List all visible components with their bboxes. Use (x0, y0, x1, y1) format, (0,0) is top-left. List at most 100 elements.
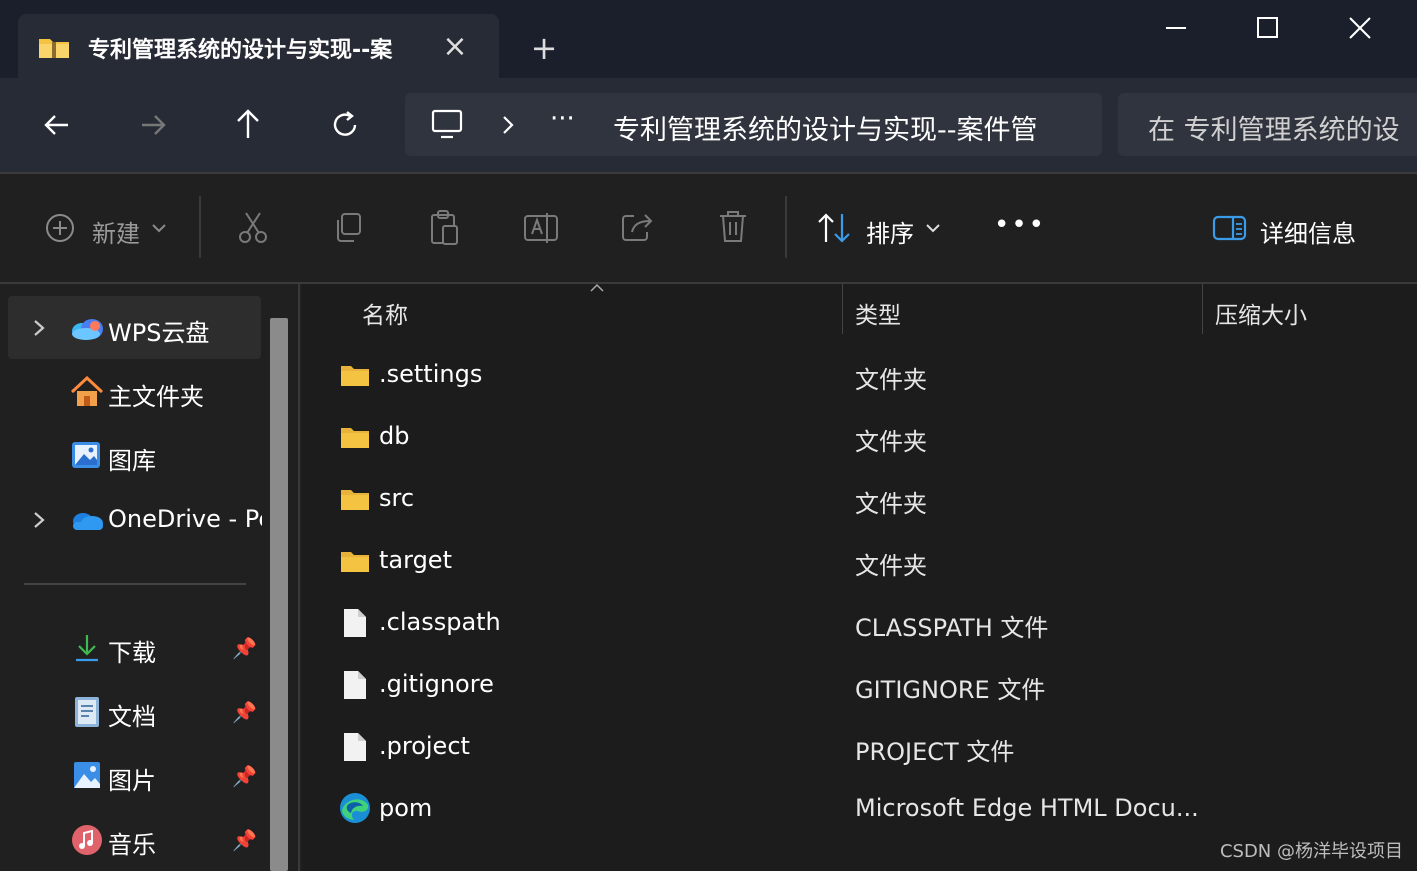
delete-icon[interactable] (716, 208, 750, 246)
pin-icon[interactable]: 📌 (232, 700, 257, 724)
file-icon (344, 733, 366, 761)
close-tab-icon[interactable]: × (440, 28, 470, 64)
cut-icon[interactable] (236, 210, 270, 246)
up-arrow-icon[interactable] (231, 106, 265, 142)
address-path[interactable]: 专利管理系统的设计与实现--案件管 (613, 108, 1049, 147)
table-row[interactable]: target 文件夹 (302, 531, 1417, 593)
back-arrow-icon[interactable] (40, 108, 74, 142)
sidebar-item-onedrive[interactable]: OneDrive - Pe (108, 505, 262, 533)
paste-icon[interactable] (428, 208, 462, 248)
sidebar-item-pictures[interactable]: 图片 (108, 761, 156, 796)
copy-icon[interactable] (332, 210, 366, 246)
file-icon (344, 609, 366, 637)
file-type: 文件夹 (855, 552, 927, 580)
sort-button[interactable]: 排序 (866, 214, 914, 249)
this-pc-icon[interactable] (430, 108, 464, 140)
refresh-icon[interactable] (328, 108, 362, 142)
sidebar-item-gallery[interactable]: 图库 (108, 441, 156, 476)
pin-icon[interactable]: 📌 (232, 764, 257, 788)
table-row[interactable]: pom Microsoft Edge HTML Docu... (302, 779, 1417, 841)
new-tab-button[interactable]: + (526, 29, 562, 67)
expand-chevron-icon[interactable] (30, 318, 48, 338)
file-type: GITIGNORE 文件 (855, 676, 1046, 704)
details-pane-icon[interactable] (1212, 214, 1248, 242)
rename-icon[interactable] (522, 210, 560, 246)
chevron-down-icon[interactable] (924, 220, 942, 236)
table-row[interactable]: .classpath CLASSPATH 文件 (302, 593, 1417, 655)
search-placeholder: 在 专利管理系统的设 (1148, 115, 1400, 146)
expand-chevron-icon[interactable] (30, 510, 48, 530)
folder-icon (341, 552, 369, 572)
home-icon (70, 376, 104, 406)
new-button[interactable]: 新建 (92, 214, 140, 249)
gallery-icon (72, 442, 100, 468)
folder-icon (341, 366, 369, 386)
command-bar (0, 174, 1417, 282)
file-type: 文件夹 (855, 428, 927, 456)
address-overflow-button[interactable]: ··· (550, 104, 575, 134)
pane-divider[interactable] (298, 284, 300, 871)
onedrive-icon (73, 513, 103, 530)
pin-icon[interactable]: 📌 (232, 636, 257, 660)
details-button[interactable]: 详细信息 (1260, 214, 1356, 249)
minimize-icon[interactable] (1162, 16, 1190, 40)
watermark-text: CSDN @杨洋毕设项目 (1219, 841, 1403, 862)
table-row[interactable]: .settings 文件夹 (302, 345, 1417, 407)
folder-icon (341, 490, 369, 510)
sidebar-separator (24, 583, 246, 585)
sidebar-item-wps-cloud[interactable]: WPS云盘 (108, 313, 209, 348)
file-name: .settings (379, 360, 483, 388)
column-separator[interactable] (1202, 284, 1203, 334)
file-type: CLASSPATH 文件 (855, 614, 1049, 642)
file-name: .gitignore (379, 670, 494, 698)
tab-title: 专利管理系统的设计与实现--案 (88, 38, 393, 63)
close-window-icon[interactable] (1346, 14, 1374, 42)
sidebar-item-downloads[interactable]: 下载 (108, 633, 156, 668)
sidebar-item-home[interactable]: 主文件夹 (108, 377, 204, 412)
wps-cloud-icon (72, 319, 103, 340)
file-name: src (379, 484, 415, 512)
folder-icon (341, 428, 369, 448)
documents-icon (75, 697, 99, 727)
sort-arrows-icon[interactable] (816, 210, 854, 246)
file-name: .project (379, 732, 470, 760)
file-type: 文件夹 (855, 366, 927, 394)
file-icon (344, 671, 366, 699)
chevron-right-icon[interactable] (498, 114, 518, 136)
maximize-icon[interactable] (1254, 14, 1282, 42)
toolbar-separator (199, 196, 201, 258)
edge-icon (340, 793, 370, 823)
table-row[interactable]: db 文件夹 (302, 407, 1417, 469)
file-name: db (379, 422, 410, 450)
file-type: 文件夹 (855, 490, 927, 518)
sidebar-scrollbar[interactable] (270, 318, 288, 871)
pin-icon[interactable]: 📌 (232, 828, 257, 852)
column-separator[interactable] (842, 284, 843, 334)
file-type: Microsoft Edge HTML Docu... (855, 794, 1199, 822)
tab-active[interactable]: 专利管理系统的设计与实现--案 × (18, 14, 499, 78)
column-header-size[interactable]: 压缩大小 (1215, 296, 1307, 330)
new-plus-icon[interactable] (44, 212, 76, 244)
download-icon (76, 635, 98, 662)
search-box[interactable]: 在 专利管理系统的设 (1118, 93, 1417, 156)
pictures-icon (74, 762, 100, 788)
column-header-type[interactable]: 类型 (855, 296, 901, 330)
file-type: PROJECT 文件 (855, 738, 1015, 766)
more-options-button[interactable]: ••• (994, 210, 1046, 240)
share-icon[interactable] (620, 210, 656, 244)
forward-arrow-icon[interactable] (136, 108, 170, 142)
sidebar-item-documents[interactable]: 文档 (108, 697, 156, 732)
file-name: pom (379, 794, 433, 822)
sidebar-item-music[interactable]: 音乐 (108, 825, 156, 860)
table-row[interactable]: src 文件夹 (302, 469, 1417, 531)
table-row[interactable]: .project PROJECT 文件 (302, 717, 1417, 779)
toolbar-separator (785, 196, 787, 258)
table-row[interactable]: .gitignore GITIGNORE 文件 (302, 655, 1417, 717)
file-name: target (379, 546, 452, 574)
column-header-name[interactable]: 名称 (362, 296, 408, 330)
music-icon (72, 825, 102, 855)
chevron-down-icon[interactable] (150, 220, 168, 236)
file-name: .classpath (379, 608, 501, 636)
sort-indicator-icon (590, 283, 604, 292)
folder-zip-icon (39, 39, 69, 58)
